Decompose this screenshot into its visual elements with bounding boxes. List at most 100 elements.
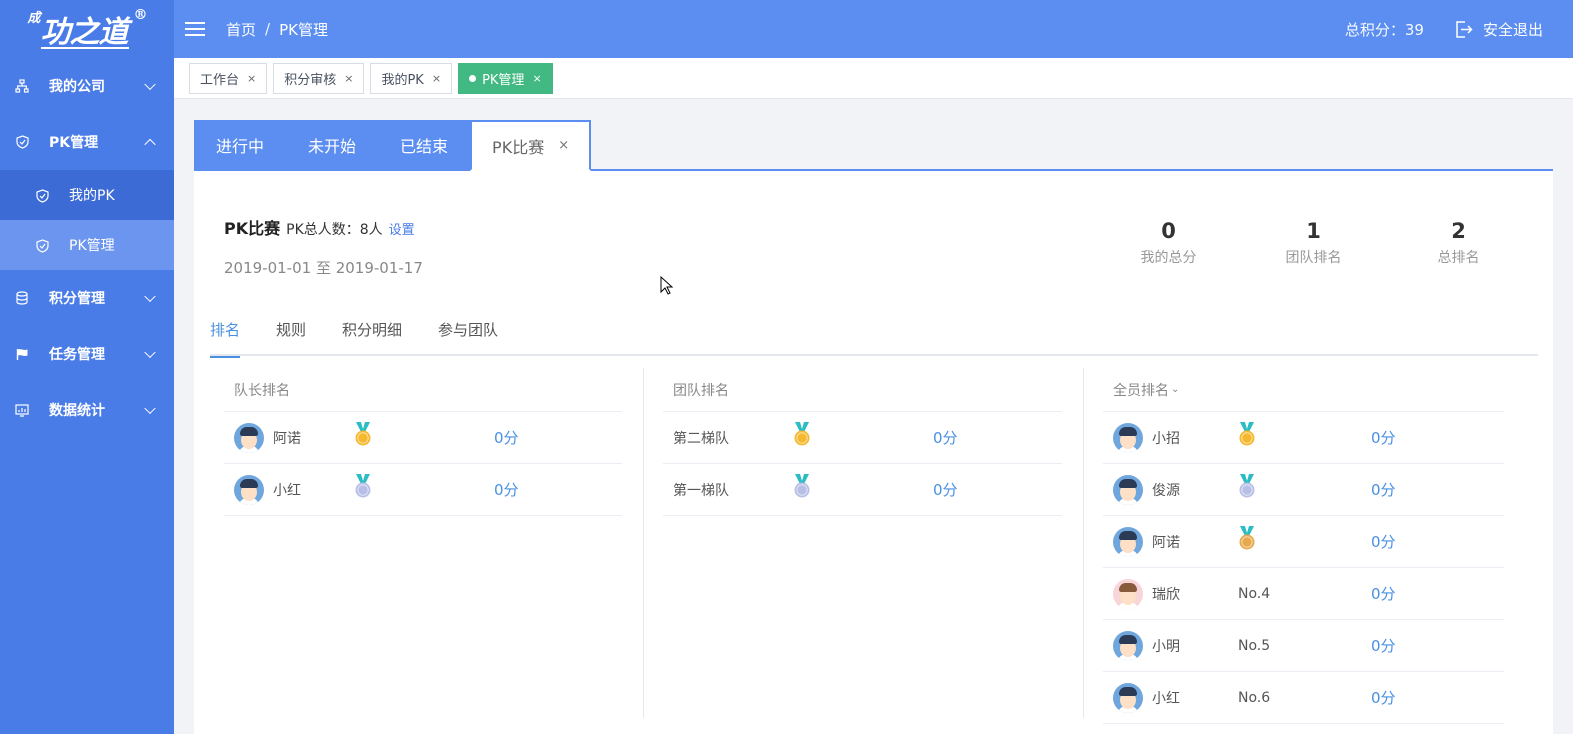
medal-1-icon [792, 422, 812, 452]
close-icon[interactable]: × [247, 72, 256, 85]
pk-panel: 进行中 未开始 已结束 PK比赛 × PK比赛 PK总人数：8人 设置 2019-… [194, 120, 1553, 734]
team-ranking: 团队排名 第二梯队 0分 第一梯队 0分 [663, 368, 1062, 516]
ranking-row: 阿诺 0分 [1103, 516, 1504, 568]
breadcrumb-separator: / [265, 20, 271, 38]
sidebar-item-points-management[interactable]: 积分管理 [0, 270, 174, 326]
sidebar: 成功之道 ® 我的公司 PK管理 我的PK PK管理 积分管理 任务管理 数据统… [0, 0, 174, 734]
subtab-ranking[interactable]: 排名 [210, 319, 241, 358]
chart-icon [15, 403, 29, 417]
close-icon[interactable]: × [532, 72, 541, 85]
breadcrumb: 首页 / PK管理 [226, 19, 328, 40]
sidebar-item-label: 我的公司 [49, 79, 105, 95]
tag-my-pk[interactable]: 我的PK × [370, 62, 453, 94]
sidebar-item-label: 积分管理 [49, 291, 105, 307]
tag-workbench[interactable]: 工作台 × [189, 62, 268, 94]
column-divider [643, 368, 644, 718]
member-name: 小明 [1152, 638, 1180, 655]
sidebar-item-pk-management[interactable]: PK管理 [0, 114, 174, 170]
column-header[interactable]: 全员排名 ⌄ [1103, 368, 1504, 412]
rank-number: No.4 [1238, 585, 1271, 602]
logo-small-char: 成 [27, 11, 40, 26]
settings-link[interactable]: 设置 [389, 219, 415, 238]
rank-number: No.5 [1238, 637, 1271, 654]
subtab-rules[interactable]: 规则 [276, 319, 306, 356]
tab-label: 未开始 [308, 136, 357, 156]
shield-icon [36, 188, 49, 203]
member-name: 瑞欣 [1152, 586, 1180, 603]
tab-not-started[interactable]: 未开始 [286, 120, 379, 169]
logo-registered-mark: ® [133, 7, 148, 23]
member-name: 阿诺 [273, 430, 301, 447]
top-header: 首页 / PK管理 总积分：39 安全退出 [174, 0, 1573, 58]
sidebar-item-data-stats[interactable]: 数据统计 [0, 382, 174, 438]
captain-ranking: 队长排名 阿诺 0分 小红 0分 [224, 368, 622, 516]
points-value: 0分 [494, 481, 519, 499]
active-dot-icon [469, 74, 477, 82]
member-name: 小招 [1152, 430, 1180, 447]
stat-label: 我的总分 [1140, 250, 1197, 266]
column-divider [1083, 368, 1084, 718]
chevron-up-icon [144, 138, 156, 151]
logo: 成功之道 ® [0, 0, 174, 58]
sidebar-subitem-label: PK管理 [69, 238, 115, 254]
sidebar-item-label: 数据统计 [49, 403, 105, 419]
sidebar-item-task-management[interactable]: 任务管理 [0, 326, 174, 382]
ranking-row: 第二梯队 0分 [663, 412, 1062, 464]
points-value: 0分 [1371, 637, 1396, 655]
member-name: 小红 [273, 482, 301, 499]
points-value: 0分 [1371, 689, 1396, 707]
medal-1-icon [1237, 422, 1257, 452]
tag-points-review[interactable]: 积分审核 × [273, 62, 365, 94]
tag-label: 积分审核 [284, 72, 337, 88]
member-name: 第二梯队 [673, 430, 729, 447]
tab-label: PK比赛 [492, 137, 545, 157]
logo-text: 成功之道 ® [27, 7, 148, 51]
points-value: 0分 [494, 429, 519, 447]
close-icon[interactable]: × [344, 72, 353, 85]
close-icon[interactable]: × [558, 138, 569, 153]
stat-value: 2 [1451, 219, 1466, 243]
points-value: 0分 [933, 429, 958, 447]
tab-ended[interactable]: 已结束 [378, 120, 471, 169]
sidebar-subitem-pk-management[interactable]: PK管理 [0, 220, 174, 270]
sidebar-subitem-my-pk[interactable]: 我的PK [0, 170, 174, 220]
member-name: 第一梯队 [673, 482, 729, 499]
close-icon[interactable]: × [432, 72, 441, 85]
tab-pk-match[interactable]: PK比赛 × [470, 120, 592, 171]
pk-stats: 0 我的总分 1 团队排名 2 总排名 [1096, 219, 1531, 267]
rank-number: No.6 [1238, 689, 1271, 706]
sidebar-subitem-label: 我的PK [69, 188, 115, 204]
pk-info: PK比赛 PK总人数：8人 设置 2019-01-01 至 2019-01-17 [224, 215, 423, 278]
ranking-row: 瑞欣 No.4 0分 [1103, 568, 1504, 620]
breadcrumb-home[interactable]: 首页 [226, 19, 256, 40]
stat-overall-rank: 2 总排名 [1386, 219, 1531, 267]
pk-title: PK比赛 [224, 219, 281, 238]
member-name: 小红 [1152, 690, 1180, 707]
stat-label: 团队排名 [1285, 250, 1342, 266]
medal-2-icon [1237, 474, 1257, 504]
flag-icon [15, 347, 29, 361]
logout-label: 安全退出 [1482, 20, 1543, 39]
tab-in-progress[interactable]: 进行中 [194, 120, 287, 169]
logout-button[interactable]: 安全退出 [1454, 19, 1543, 40]
chevron-down-icon: ⌄ [1171, 384, 1180, 395]
medal-2-icon [792, 474, 812, 504]
org-chart-icon [15, 79, 29, 93]
hamburger-menu-icon[interactable] [185, 18, 205, 40]
tab-label: 进行中 [216, 136, 265, 156]
tag-pk-management[interactable]: PK管理 × [458, 62, 553, 94]
logout-icon [1456, 20, 1473, 38]
stat-my-total: 0 我的总分 [1096, 219, 1241, 267]
ranking-row: 阿诺 0分 [224, 412, 622, 464]
ranking-row: 小招 0分 [1103, 412, 1504, 464]
ranking-row: 小红 0分 [224, 464, 622, 516]
avatar [1113, 578, 1143, 609]
column-header: 队长排名 [224, 368, 622, 412]
shield-icon [36, 238, 49, 253]
tag-label: 工作台 [200, 72, 240, 88]
avatar [1113, 526, 1143, 557]
sidebar-item-my-company[interactable]: 我的公司 [0, 58, 174, 114]
subtab-points-detail[interactable]: 积分明细 [342, 319, 402, 356]
pk-status-tabs: 进行中 未开始 已结束 PK比赛 × [194, 120, 1553, 171]
subtab-teams[interactable]: 参与团队 [438, 319, 498, 356]
